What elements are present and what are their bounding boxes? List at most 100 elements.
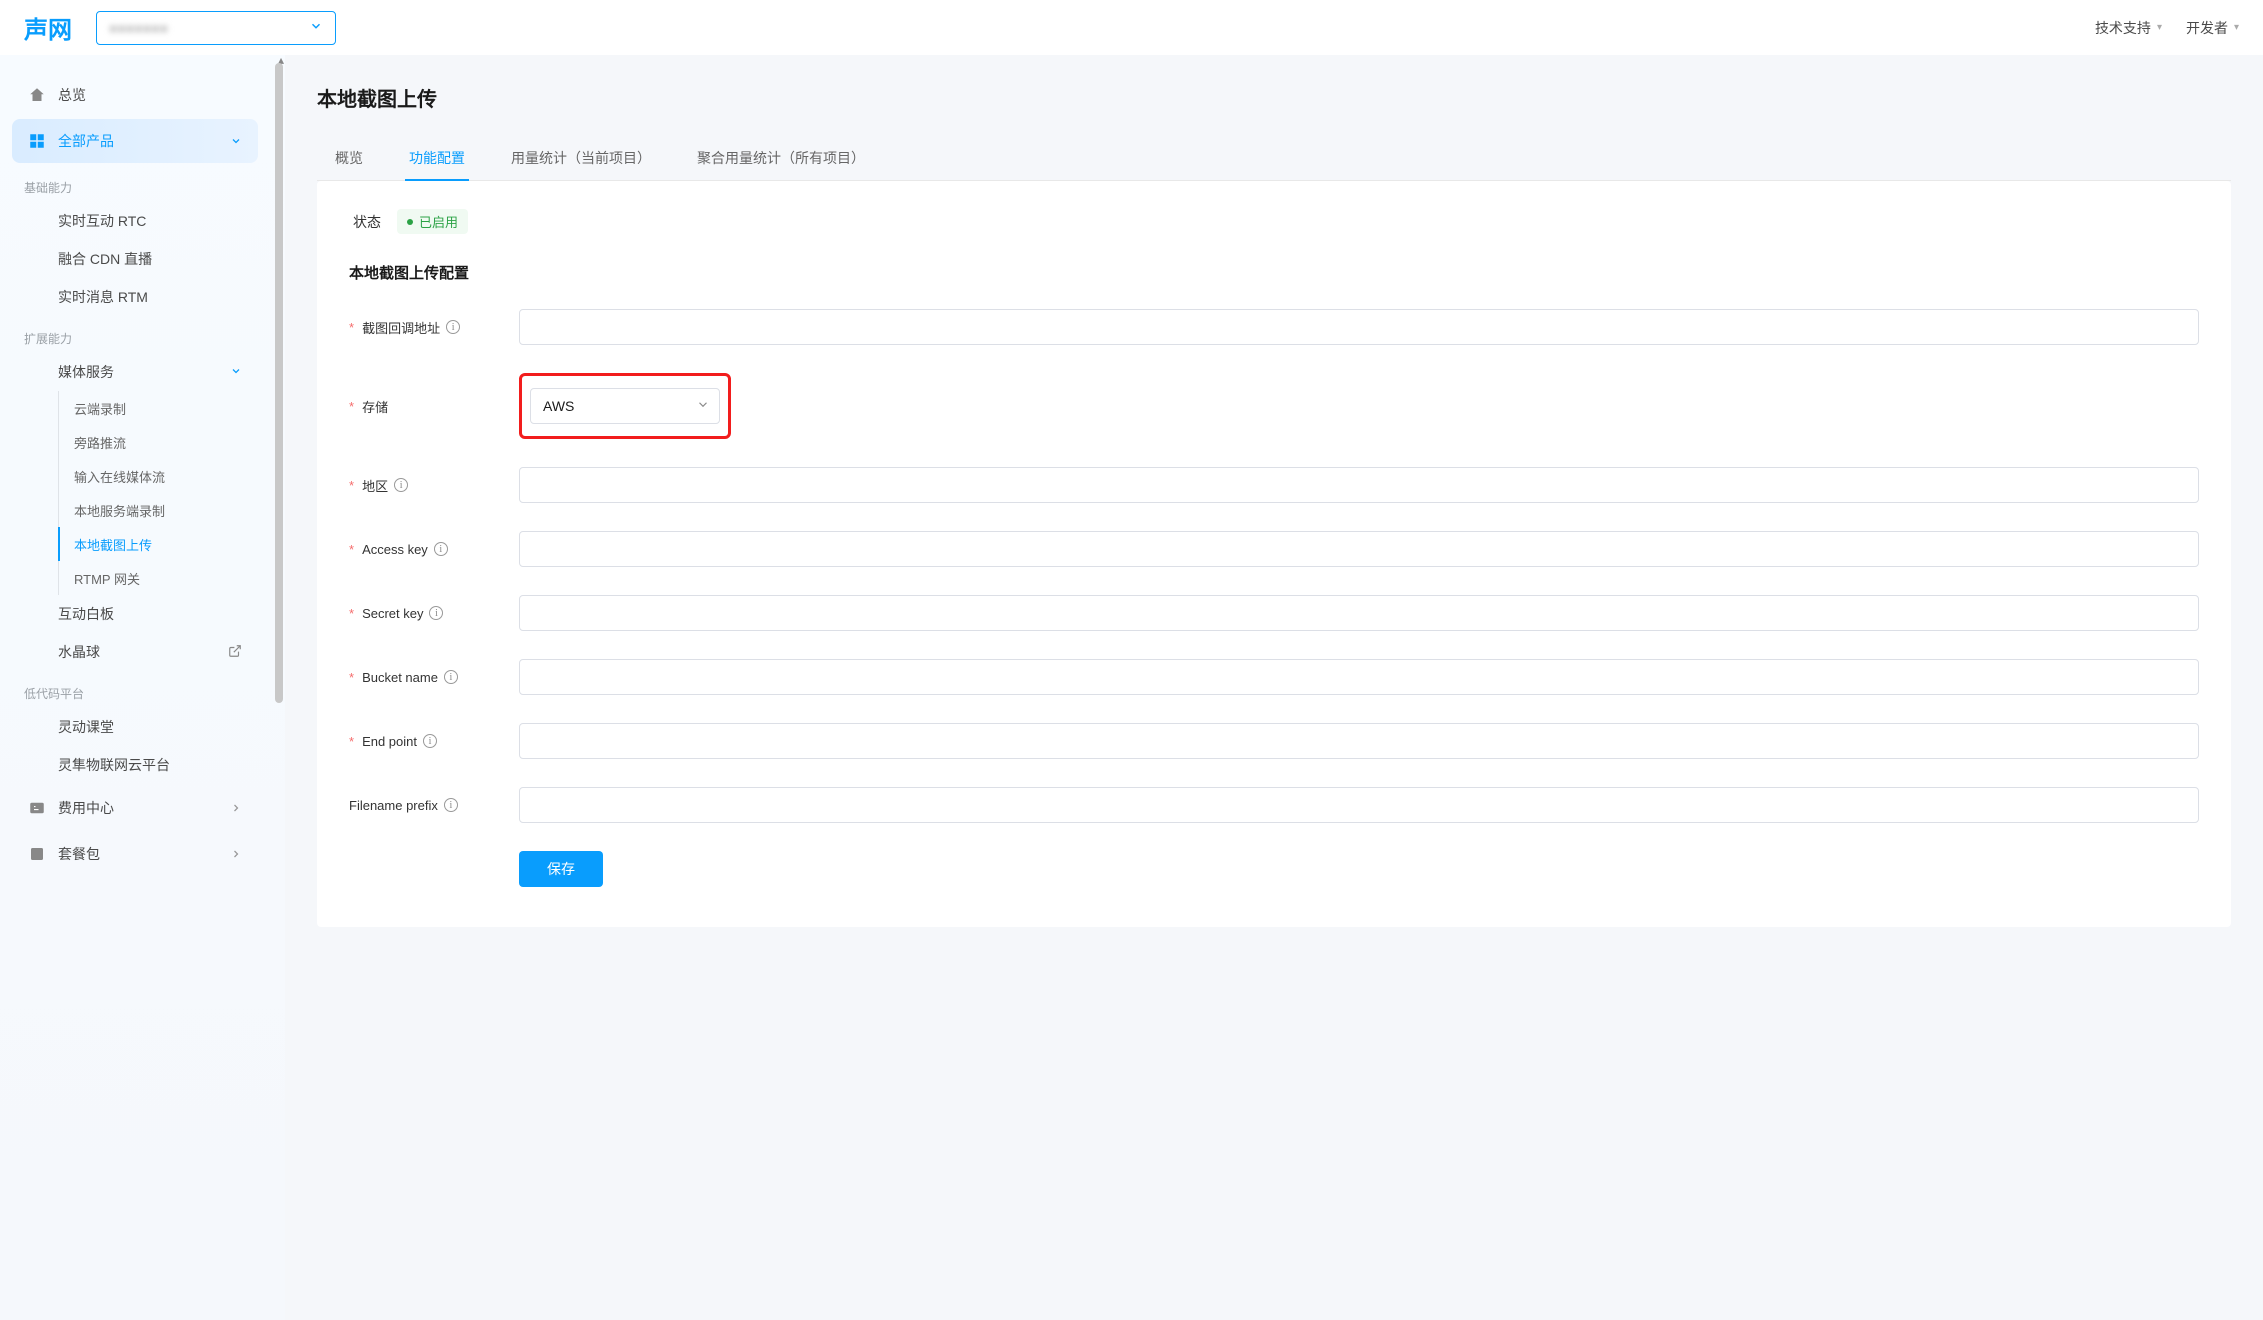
tab-overview[interactable]: 概览 [331, 136, 367, 180]
sidebar-item-rtc[interactable]: 实时互动 RTC [12, 202, 258, 240]
sidebar-section-basic: 基础能力 [4, 165, 266, 202]
info-icon[interactable]: i [444, 670, 458, 684]
info-icon[interactable]: i [434, 542, 448, 556]
filename-prefix-input[interactable] [519, 787, 2199, 823]
form-row-storage: * 存储 AWS [349, 373, 2199, 439]
sidebar-sub-label: 水晶球 [58, 642, 100, 662]
callback-input[interactable] [519, 309, 2199, 345]
sidebar-sub-sub-label: 旁路推流 [74, 433, 126, 452]
form-row-bucket-name: * Bucket name i [349, 659, 2199, 695]
sidebar-sub-label: 融合 CDN 直播 [58, 249, 152, 269]
sidebar-item-cdn[interactable]: 融合 CDN 直播 [12, 240, 258, 278]
sidebar: 总览 全部产品 基础能力 实时互动 RTC 融合 CDN 直播 实时消息 RTM… [0, 55, 270, 1320]
status-dot-icon [407, 219, 413, 225]
end-point-input[interactable] [519, 723, 2199, 759]
info-icon[interactable]: i [394, 478, 408, 492]
topbar: 声网 ■■■■■■■ 技术支持 ▾ 开发者 ▾ [0, 0, 2263, 55]
form-label: Filename prefix i [349, 798, 519, 813]
form-label: * 截图回调地址 i [349, 318, 519, 337]
sidebar-sub-sub-label: RTMP 网关 [74, 569, 140, 588]
sidebar-item-all-products[interactable]: 全部产品 [12, 119, 258, 163]
sidebar-item-cloud-record[interactable]: 云端录制 [12, 391, 258, 425]
form-control [519, 309, 2199, 345]
label-text: End point [362, 734, 417, 749]
save-button[interactable]: 保存 [519, 851, 603, 887]
chevron-down-icon [230, 135, 242, 147]
tab-usage-all[interactable]: 聚合用量统计（所有项目） [693, 136, 869, 180]
sidebar-item-overview[interactable]: 总览 [12, 73, 258, 117]
label-text: 存储 [362, 397, 388, 416]
form-row-secret-key: * Secret key i [349, 595, 2199, 631]
storage-select-value: AWS [530, 388, 720, 424]
label-text: Filename prefix [349, 798, 438, 813]
label-text: 截图回调地址 [362, 318, 440, 337]
sidebar-item-whiteboard[interactable]: 互动白板 [12, 595, 258, 633]
sidebar-scrollbar[interactable]: ▴ [275, 55, 283, 1320]
sidebar-item-inject-stream[interactable]: 输入在线媒体流 [12, 459, 258, 493]
required-mark: * [349, 542, 354, 557]
info-icon[interactable]: i [444, 798, 458, 812]
form-label: * Bucket name i [349, 670, 519, 685]
sidebar-item-bypass-push[interactable]: 旁路推流 [12, 425, 258, 459]
sidebar-sub-label: 实时互动 RTC [58, 211, 146, 231]
form-control: AWS [519, 373, 2199, 439]
form-control [519, 723, 2199, 759]
storage-select[interactable]: AWS [530, 388, 720, 424]
form-label: * Access key i [349, 542, 519, 557]
sidebar-section-lowcode: 低代码平台 [4, 671, 266, 708]
external-link-icon [228, 644, 242, 661]
sidebar-item-label: 总览 [58, 85, 86, 105]
sidebar-item-media-services[interactable]: 媒体服务 [12, 353, 258, 391]
access-key-input[interactable] [519, 531, 2199, 567]
required-mark: * [349, 399, 354, 414]
form-row-filename-prefix: Filename prefix i [349, 787, 2199, 823]
form-row-end-point: * End point i [349, 723, 2199, 759]
package-icon [28, 845, 46, 863]
required-mark: * [349, 606, 354, 621]
info-icon[interactable]: i [446, 320, 460, 334]
save-button-label: 保存 [547, 861, 575, 877]
tab-label: 概览 [335, 150, 363, 166]
sidebar-sub-sub-label: 本地截图上传 [74, 535, 152, 554]
status-value: 已启用 [419, 212, 458, 231]
info-icon[interactable]: i [429, 606, 443, 620]
sidebar-item-crystal-ball[interactable]: 水晶球 [12, 633, 258, 671]
status-label: 状态 [353, 212, 381, 232]
sidebar-item-flexible-classroom[interactable]: 灵动课堂 [12, 708, 258, 746]
secret-key-input[interactable] [519, 595, 2199, 631]
sidebar-sub-label: 实时消息 RTM [58, 287, 148, 307]
sidebar-sub-label: 媒体服务 [58, 362, 114, 382]
sidebar-item-iot-platform[interactable]: 灵隼物联网云平台 [12, 746, 258, 784]
tech-support-label: 技术支持 [2095, 18, 2151, 38]
project-selector[interactable]: ■■■■■■■ [96, 11, 336, 45]
sidebar-item-rtm[interactable]: 实时消息 RTM [12, 278, 258, 316]
tab-usage-current[interactable]: 用量统计（当前项目） [507, 136, 655, 180]
sidebar-sub-sub-label: 输入在线媒体流 [74, 467, 165, 486]
developer-link[interactable]: 开发者 ▾ [2186, 18, 2239, 38]
caret-down-icon: ▾ [2157, 22, 2162, 33]
region-input[interactable] [519, 467, 2199, 503]
form-control [519, 595, 2199, 631]
sidebar-item-package[interactable]: 套餐包 [12, 832, 258, 876]
tech-support-link[interactable]: 技术支持 ▾ [2095, 18, 2162, 38]
label-text: Access key [362, 542, 428, 557]
sidebar-sub-label: 灵隼物联网云平台 [58, 755, 170, 775]
sidebar-item-local-record[interactable]: 本地服务端录制 [12, 493, 258, 527]
sidebar-item-local-snapshot-upload[interactable]: 本地截图上传 [12, 527, 258, 561]
sidebar-item-billing[interactable]: 费用中心 [12, 786, 258, 830]
tab-config[interactable]: 功能配置 [405, 136, 469, 180]
form-label: * End point i [349, 734, 519, 749]
label-text: Bucket name [362, 670, 438, 685]
developer-label: 开发者 [2186, 18, 2228, 38]
info-icon[interactable]: i [423, 734, 437, 748]
tab-label: 功能配置 [409, 150, 465, 166]
project-selector-value: ■■■■■■■ [109, 20, 168, 36]
tab-label: 聚合用量统计（所有项目） [697, 150, 865, 166]
bucket-name-input[interactable] [519, 659, 2199, 695]
chevron-right-icon [230, 848, 242, 860]
form-label: * 存储 [349, 397, 519, 416]
sidebar-item-rtmp-gateway[interactable]: RTMP 网关 [12, 561, 258, 595]
config-section-title: 本地截图上传配置 [349, 262, 2199, 283]
sidebar-scrollbar-thumb[interactable] [275, 63, 283, 703]
form-row-region: * 地区 i [349, 467, 2199, 503]
